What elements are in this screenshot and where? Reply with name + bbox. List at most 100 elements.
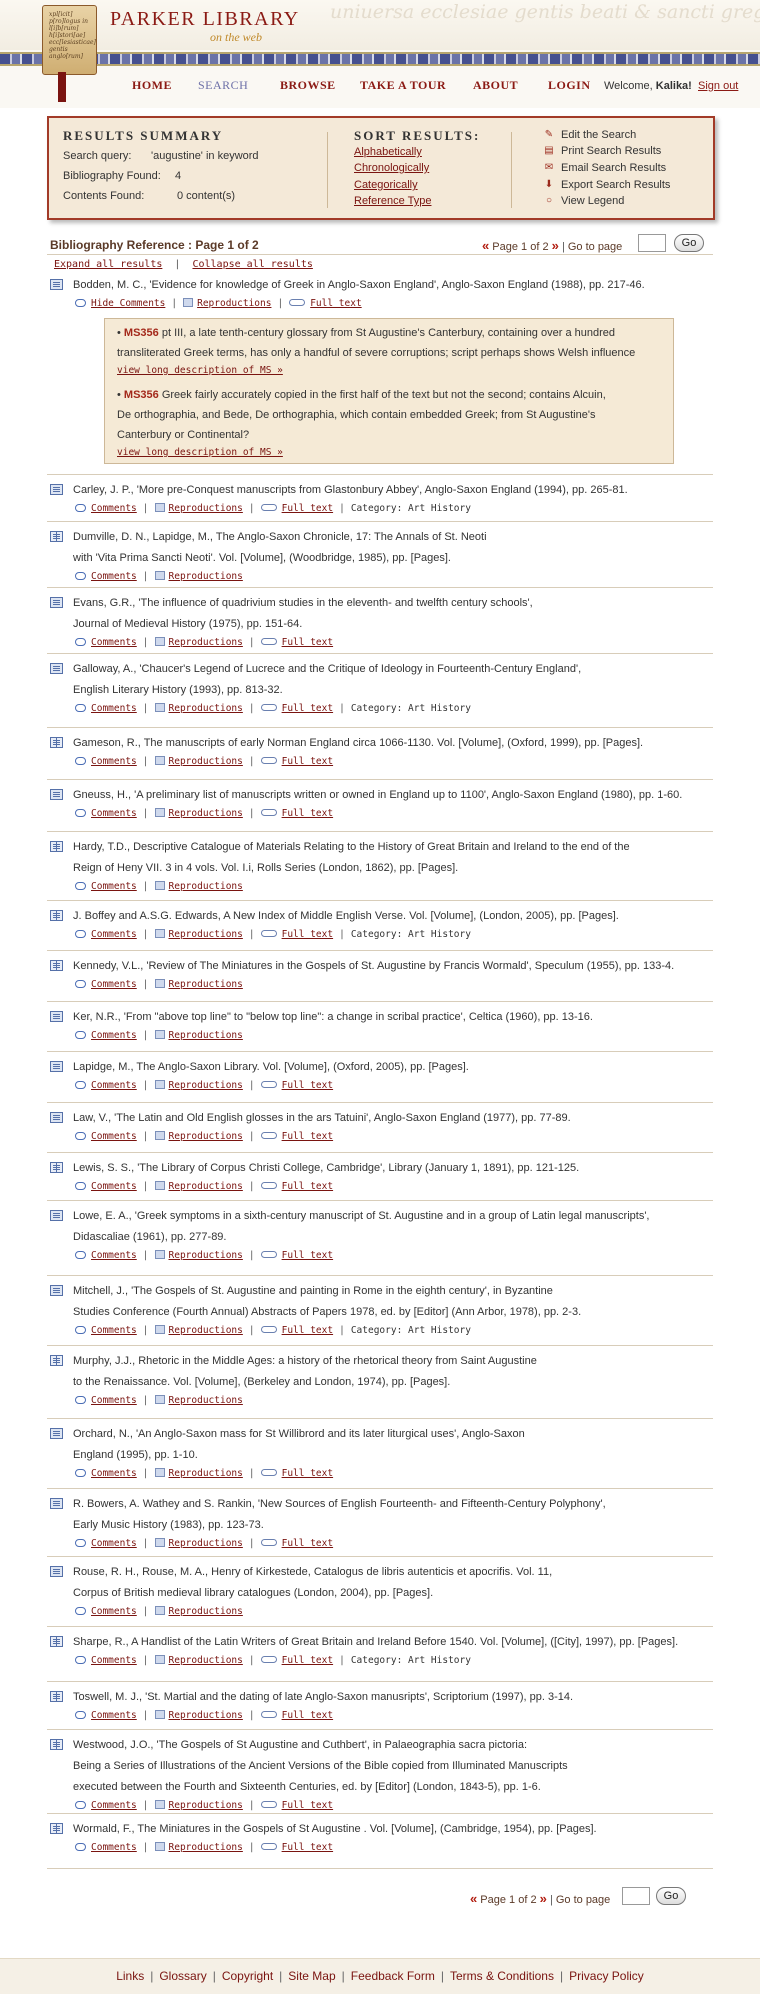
comment-icon[interactable] <box>75 638 86 646</box>
reproductions-link[interactable]: Reproductions <box>169 1080 243 1091</box>
comment-icon[interactable] <box>75 1843 86 1851</box>
image-icon[interactable] <box>154 1468 165 1477</box>
nav-about[interactable]: ABOUT <box>473 78 518 93</box>
reproductions-link[interactable]: Reproductions <box>169 1250 243 1261</box>
goto-page-input[interactable] <box>638 234 666 252</box>
nav-browse[interactable]: BROWSE <box>280 78 336 93</box>
link-icon[interactable] <box>289 299 306 306</box>
footer-link-terms-conditions[interactable]: Terms & Conditions <box>450 1969 554 1983</box>
fulltext-link[interactable]: Full text <box>282 1325 333 1336</box>
image-icon[interactable] <box>154 808 165 817</box>
fulltext-link[interactable]: Full text <box>282 1655 333 1666</box>
reproductions-link[interactable]: Reproductions <box>169 929 243 940</box>
fulltext-link[interactable]: Full text <box>282 1800 333 1811</box>
link-icon[interactable] <box>260 757 277 764</box>
footer-link-copyright[interactable]: Copyright <box>222 1969 273 1983</box>
footer-link-privacy-policy[interactable]: Privacy Policy <box>569 1969 644 1983</box>
fulltext-link[interactable]: Full text <box>282 808 333 819</box>
reproductions-link[interactable]: Reproductions <box>169 756 243 767</box>
comment-icon[interactable] <box>75 1711 86 1719</box>
reproductions-link[interactable]: Reproductions <box>197 298 271 309</box>
reproductions-link[interactable]: Reproductions <box>169 1131 243 1142</box>
comment-icon[interactable] <box>75 299 86 307</box>
comments-link[interactable]: Comments <box>91 1080 137 1091</box>
reproductions-link[interactable]: Reproductions <box>169 1606 243 1617</box>
image-icon[interactable] <box>154 756 165 765</box>
reproductions-link[interactable]: Reproductions <box>169 1538 243 1549</box>
parker-logo[interactable]: xpl[icit] p[ro]logus in l[i]b[rum] h[i]s… <box>42 5 97 75</box>
image-icon[interactable] <box>183 298 194 307</box>
comment-icon[interactable] <box>75 1469 86 1477</box>
comment-icon[interactable] <box>75 809 86 817</box>
sort-chronologically[interactable]: Chronologically <box>354 162 429 174</box>
link-icon[interactable] <box>260 809 277 816</box>
link-icon[interactable] <box>260 704 277 711</box>
reproductions-link[interactable]: Reproductions <box>169 1710 243 1721</box>
goto-page-input[interactable] <box>622 1887 650 1905</box>
reproductions-link[interactable]: Reproductions <box>169 808 243 819</box>
comment-icon[interactable] <box>75 1031 86 1039</box>
fulltext-link[interactable]: Full text <box>282 1250 333 1261</box>
hide-comments-link[interactable]: Hide Comments <box>91 298 165 309</box>
next-page-icon[interactable]: » <box>552 238 559 253</box>
nav-home[interactable]: HOME <box>132 78 172 93</box>
image-icon[interactable] <box>154 571 165 580</box>
image-icon[interactable] <box>154 1842 165 1851</box>
comments-link[interactable]: Comments <box>91 503 137 514</box>
comments-link[interactable]: Comments <box>91 929 137 940</box>
comments-link[interactable]: Comments <box>91 1325 137 1336</box>
comments-link[interactable]: Comments <box>91 979 137 990</box>
link-icon[interactable] <box>260 1656 277 1663</box>
footer-link-links[interactable]: Links <box>116 1969 144 1983</box>
image-icon[interactable] <box>154 637 165 646</box>
image-icon[interactable] <box>154 1131 165 1140</box>
image-icon[interactable] <box>154 1030 165 1039</box>
reproductions-link[interactable]: Reproductions <box>169 1800 243 1811</box>
comments-link[interactable]: Comments <box>91 571 137 582</box>
image-icon[interactable] <box>154 1395 165 1404</box>
footer-link-feedback-form[interactable]: Feedback Form <box>351 1969 435 1983</box>
image-icon[interactable] <box>154 1710 165 1719</box>
comment-icon[interactable] <box>75 572 86 580</box>
comment-icon[interactable] <box>75 504 86 512</box>
prev-page-icon[interactable]: « <box>482 238 489 253</box>
reproductions-link[interactable]: Reproductions <box>169 1468 243 1479</box>
next-page-icon[interactable]: » <box>540 1891 547 1906</box>
link-icon[interactable] <box>260 1251 277 1258</box>
view-description-link[interactable]: view long description of MS » <box>117 365 283 376</box>
fulltext-link[interactable]: Full text <box>282 1468 333 1479</box>
ms-link[interactable]: MS356 <box>124 389 159 401</box>
site-title[interactable]: PARKER LIBRARY <box>110 8 300 31</box>
link-icon[interactable] <box>260 504 277 511</box>
image-icon[interactable] <box>154 1250 165 1259</box>
link-icon[interactable] <box>260 1843 277 1850</box>
reproductions-link[interactable]: Reproductions <box>169 703 243 714</box>
comment-icon[interactable] <box>75 980 86 988</box>
go-button[interactable]: Go <box>674 234 704 252</box>
comment-icon[interactable] <box>75 757 86 765</box>
link-icon[interactable] <box>260 1469 277 1476</box>
sort-categorically[interactable]: Categorically <box>354 179 418 191</box>
reproductions-link[interactable]: Reproductions <box>169 1395 243 1406</box>
image-icon[interactable] <box>154 1655 165 1664</box>
comments-link[interactable]: Comments <box>91 1710 137 1721</box>
reproductions-link[interactable]: Reproductions <box>169 637 243 648</box>
expand-all-link[interactable]: Expand all results <box>54 259 162 270</box>
reproductions-link[interactable]: Reproductions <box>169 571 243 582</box>
reproductions-link[interactable]: Reproductions <box>169 881 243 892</box>
reproductions-link[interactable]: Reproductions <box>169 1181 243 1192</box>
link-icon[interactable] <box>260 1801 277 1808</box>
comments-link[interactable]: Comments <box>91 1842 137 1853</box>
image-icon[interactable] <box>154 979 165 988</box>
comments-link[interactable]: Comments <box>91 1181 137 1192</box>
comments-link[interactable]: Comments <box>91 1800 137 1811</box>
comments-link[interactable]: Comments <box>91 1538 137 1549</box>
comment-icon[interactable] <box>75 882 86 890</box>
comment-icon[interactable] <box>75 1539 86 1547</box>
fulltext-link[interactable]: Full text <box>282 1131 333 1142</box>
image-icon[interactable] <box>154 1080 165 1089</box>
fulltext-link[interactable]: Full text <box>282 1842 333 1853</box>
reproductions-link[interactable]: Reproductions <box>169 1030 243 1041</box>
link-icon[interactable] <box>260 638 277 645</box>
comments-link[interactable]: Comments <box>91 1030 137 1041</box>
